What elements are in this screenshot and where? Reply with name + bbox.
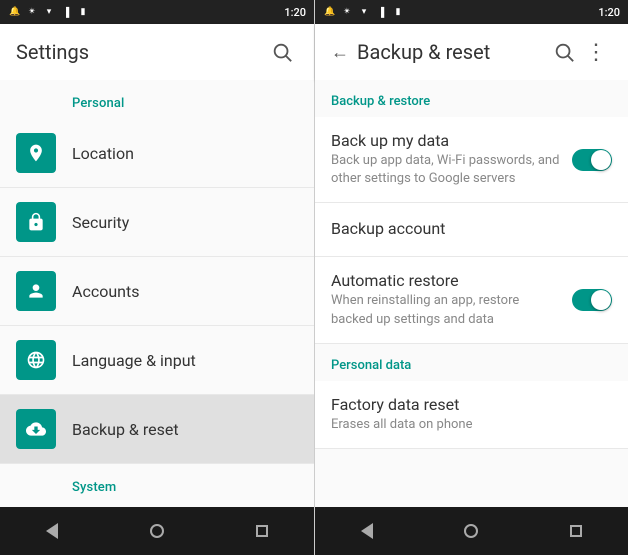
back-button[interactable]: ← bbox=[331, 42, 349, 63]
settings-list: Personal Location Security bbox=[0, 80, 314, 507]
language-content: Language & input bbox=[72, 351, 298, 370]
accounts-content: Accounts bbox=[72, 282, 298, 301]
sidebar-item-backup[interactable]: Backup & reset bbox=[0, 395, 314, 464]
nav-back-icon-left bbox=[46, 523, 58, 539]
auto-restore-toggle[interactable] bbox=[572, 289, 612, 311]
nav-back-icon-right bbox=[361, 523, 373, 539]
battery-icon-r: ▮ bbox=[391, 5, 405, 19]
back-up-data-item[interactable]: Back up my data Back up app data, Wi-Fi … bbox=[315, 117, 628, 203]
wifi-icon-r: ▾ bbox=[357, 5, 371, 19]
wifi-icon: ▾ bbox=[42, 5, 56, 19]
signal-icon-r: ▐ bbox=[374, 5, 388, 19]
status-bar-right: 1:20 bbox=[284, 6, 306, 19]
status-bar-right-time: 1:20 bbox=[598, 6, 620, 19]
auto-restore-content: Automatic restore When reinstalling an a… bbox=[331, 271, 572, 328]
personal-section-header: Personal bbox=[0, 80, 314, 119]
settings-toolbar: Settings bbox=[0, 24, 314, 80]
nav-home-button-right[interactable] bbox=[441, 507, 501, 555]
auto-restore-subtitle: When reinstalling an app, restore backed… bbox=[331, 292, 560, 328]
backup-title: Backup & reset bbox=[357, 40, 548, 64]
security-icon bbox=[16, 202, 56, 242]
status-bar-left: 🔔 ✴ ▾ ▐ ▮ 1:20 bbox=[0, 0, 314, 24]
security-content: Security bbox=[72, 213, 298, 232]
nav-recent-icon-right bbox=[570, 525, 582, 537]
nav-home-button-left[interactable] bbox=[127, 507, 187, 555]
battery-icon: ▮ bbox=[76, 5, 90, 19]
status-time-right: 1:20 bbox=[598, 6, 620, 19]
backup-account-item[interactable]: Backup account bbox=[315, 203, 628, 257]
settings-title: Settings bbox=[16, 40, 266, 64]
backup-list: Backup & restore Back up my data Back up… bbox=[315, 80, 628, 507]
back-up-data-content: Back up my data Back up app data, Wi-Fi … bbox=[331, 131, 572, 188]
backup-panel: 🔔 ✴ ▾ ▐ ▮ 1:20 ← Backup & reset ⋮ Backup… bbox=[314, 0, 628, 555]
notification-icon-r: 🔔 bbox=[323, 5, 337, 19]
factory-reset-title: Factory data reset bbox=[331, 395, 600, 414]
backup-content: Backup & reset bbox=[72, 420, 298, 439]
back-up-data-title: Back up my data bbox=[331, 131, 560, 150]
settings-panel: 🔔 ✴ ▾ ▐ ▮ 1:20 Settings Personal bbox=[0, 0, 314, 555]
signal-icon: ▐ bbox=[59, 5, 73, 19]
nav-recent-button-right[interactable] bbox=[546, 507, 606, 555]
bluetooth-icon-r: ✴ bbox=[340, 5, 354, 19]
sidebar-item-language[interactable]: Language & input bbox=[0, 326, 314, 395]
nav-back-button-right[interactable] bbox=[337, 507, 397, 555]
sidebar-item-security[interactable]: Security bbox=[0, 188, 314, 257]
sidebar-item-location[interactable]: Location bbox=[0, 119, 314, 188]
location-icon bbox=[16, 133, 56, 173]
sidebar-item-accounts[interactable]: Accounts bbox=[0, 257, 314, 326]
nav-bar-right bbox=[315, 507, 628, 555]
search-button[interactable] bbox=[266, 36, 298, 68]
backup-title: Backup & reset bbox=[72, 420, 298, 439]
location-title: Location bbox=[72, 144, 298, 163]
back-up-data-subtitle: Back up app data, Wi-Fi passwords, and o… bbox=[331, 152, 560, 188]
backup-account-title: Backup account bbox=[331, 219, 612, 238]
personal-data-header: Personal data bbox=[315, 344, 628, 381]
nav-home-icon-left bbox=[150, 524, 164, 538]
nav-bar-left bbox=[0, 507, 314, 555]
backup-restore-header: Backup & restore bbox=[315, 80, 628, 117]
nav-recent-button-left[interactable] bbox=[232, 507, 292, 555]
factory-reset-item[interactable]: Factory data reset Erases all data on ph… bbox=[315, 381, 628, 449]
factory-reset-content: Factory data reset Erases all data on ph… bbox=[331, 395, 612, 434]
accounts-title: Accounts bbox=[72, 282, 298, 301]
status-bar-right: 🔔 ✴ ▾ ▐ ▮ 1:20 bbox=[315, 0, 628, 24]
bluetooth-icon: ✴ bbox=[25, 5, 39, 19]
security-title: Security bbox=[72, 213, 298, 232]
factory-reset-subtitle: Erases all data on phone bbox=[331, 416, 600, 434]
notification-icon: 🔔 bbox=[8, 5, 22, 19]
nav-back-button-left[interactable] bbox=[22, 507, 82, 555]
auto-restore-title: Automatic restore bbox=[331, 271, 560, 290]
language-title: Language & input bbox=[72, 351, 298, 370]
more-button[interactable]: ⋮ bbox=[580, 36, 612, 68]
back-up-data-toggle[interactable] bbox=[572, 149, 612, 171]
search-button-right[interactable] bbox=[548, 36, 580, 68]
language-icon bbox=[16, 340, 56, 380]
status-icons-right: 🔔 ✴ ▾ ▐ ▮ bbox=[323, 5, 405, 19]
status-icons-left: 🔔 ✴ ▾ ▐ ▮ bbox=[8, 5, 90, 19]
nav-recent-icon-left bbox=[256, 525, 268, 537]
nav-home-icon-right bbox=[464, 524, 478, 538]
auto-restore-item[interactable]: Automatic restore When reinstalling an a… bbox=[315, 257, 628, 343]
system-section-header: System bbox=[0, 464, 314, 503]
backup-icon bbox=[16, 409, 56, 449]
backup-toolbar: ← Backup & reset ⋮ bbox=[315, 24, 628, 80]
location-content: Location bbox=[72, 144, 298, 163]
status-time-left: 1:20 bbox=[284, 6, 306, 19]
accounts-icon bbox=[16, 271, 56, 311]
